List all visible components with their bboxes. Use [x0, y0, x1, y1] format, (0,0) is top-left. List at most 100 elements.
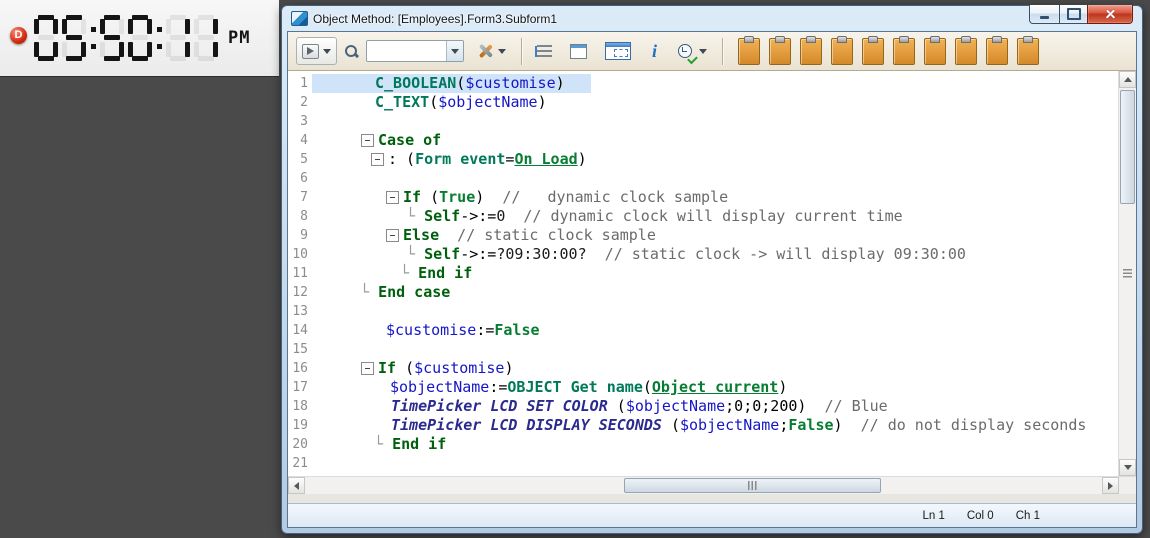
code-text[interactable]: └ End if — [312, 435, 446, 454]
code-line[interactable]: 12└ End case — [288, 283, 1118, 302]
code-text[interactable]: TimePicker LCD SET COLOR ($objectName;0;… — [312, 397, 888, 416]
code-text[interactable]: └ Self->:=0 // dynamic clock will displa… — [312, 207, 903, 226]
code-line[interactable]: 19TimePicker LCD DISPLAY SECONDS ($objec… — [288, 416, 1118, 435]
scroll-down-button[interactable] — [1119, 459, 1136, 476]
code-line[interactable]: 10└ Self->:=?09:30:00? // static clock -… — [288, 245, 1118, 264]
code-line[interactable]: 6 — [288, 169, 1118, 188]
code-text[interactable] — [312, 454, 324, 473]
code-text[interactable]: : (Form event=On Load) — [312, 150, 587, 169]
info-button[interactable]: i — [643, 37, 666, 65]
scroll-up-button[interactable] — [1119, 71, 1136, 88]
code-line[interactable]: 14$customise:=False — [288, 321, 1118, 340]
code-line[interactable]: 5: (Form event=On Load) — [288, 150, 1118, 169]
code-line[interactable]: 17$objectName:=OBJECT Get name(Object cu… — [288, 378, 1118, 397]
code-line[interactable]: 15 — [288, 340, 1118, 359]
scheduled-run-button[interactable] — [672, 37, 713, 65]
code-text[interactable]: $objectName:=OBJECT Get name(Object curr… — [312, 378, 787, 397]
maximize-button[interactable] — [1059, 5, 1088, 24]
code-line[interactable]: 20└ End if — [288, 435, 1118, 454]
horizontal-scrollbar[interactable] — [288, 477, 1119, 494]
code-text[interactable]: └ End if — [312, 264, 472, 283]
code-text[interactable]: Case of — [312, 131, 441, 150]
code-line[interactable]: 7If (True) // dynamic clock sample — [288, 188, 1118, 207]
chevron-down-icon — [699, 49, 707, 54]
clipboard-icon[interactable] — [1017, 38, 1039, 65]
horizontal-scroll-thumb[interactable] — [624, 478, 881, 493]
fold-toggle[interactable] — [386, 229, 399, 242]
chevron-down-icon — [323, 49, 331, 54]
run-method-button[interactable] — [296, 37, 337, 65]
close-button[interactable] — [1087, 5, 1133, 24]
status-column: Col 0 — [967, 510, 994, 522]
clipboard-icon[interactable] — [955, 38, 977, 65]
code-text[interactable] — [312, 112, 375, 131]
lcd-digit — [100, 15, 124, 61]
code-line[interactable]: 9Else // static clock sample — [288, 226, 1118, 245]
vertical-scroll-thumb[interactable] — [1120, 90, 1135, 204]
combo-dropdown-button[interactable] — [446, 41, 463, 61]
spacer — [288, 494, 1136, 503]
scroll-left-button[interactable] — [288, 477, 305, 494]
tools-button[interactable] — [470, 37, 512, 65]
code-line[interactable]: 21 — [288, 454, 1118, 473]
code-line[interactable]: 11└ End if — [288, 264, 1118, 283]
splitter-grip[interactable] — [1123, 269, 1132, 278]
code-text[interactable]: C_TEXT($objectName) — [312, 93, 547, 112]
clipboard-icon[interactable] — [893, 38, 915, 65]
method-list-button[interactable] — [531, 37, 558, 65]
code-line[interactable]: 8└ Self->:=0 // dynamic clock will displ… — [288, 207, 1118, 226]
code-text[interactable]: └ Self->:=?09:30:00? // static clock -> … — [312, 245, 966, 264]
code-text[interactable]: Else // static clock sample — [312, 226, 656, 245]
clipboard-icon[interactable] — [769, 38, 791, 65]
code-text[interactable] — [312, 340, 324, 359]
code-text[interactable]: If ($customise) — [312, 359, 513, 378]
clipboard-icon[interactable] — [738, 38, 760, 65]
code-line[interactable]: 3 — [288, 112, 1118, 131]
vertical-scrollbar[interactable] — [1118, 71, 1136, 476]
search-combobox[interactable] — [366, 40, 464, 62]
separator — [521, 38, 522, 65]
code-text[interactable]: TimePicker LCD DISPLAY SECONDS ($objectN… — [312, 416, 1086, 435]
clipboard-icon[interactable] — [862, 38, 884, 65]
code-line[interactable]: 2C_TEXT($objectName) — [288, 93, 1118, 112]
code-token: ( — [671, 416, 680, 435]
fold-toggle[interactable] — [361, 134, 374, 147]
fold-toggle[interactable] — [361, 362, 374, 375]
lcd-digit — [34, 15, 58, 61]
code-text[interactable]: └ End case — [312, 283, 450, 302]
field-list-button[interactable] — [564, 37, 593, 65]
titlebar[interactable]: Object Method: [Employees].Form3.Subform… — [282, 6, 1142, 31]
code-line[interactable]: 4Case of — [288, 131, 1118, 150]
clipboard-icon[interactable] — [986, 38, 1008, 65]
code-text[interactable] — [312, 302, 324, 321]
clipboard-icon[interactable] — [800, 38, 822, 65]
horizontal-scroll-track[interactable] — [305, 477, 1102, 494]
arrow-down-icon — [1124, 465, 1132, 470]
code-line[interactable]: 16If ($customise) — [288, 359, 1118, 378]
scrollbar-corner — [1119, 477, 1136, 494]
code-line[interactable]: 13 — [288, 302, 1118, 321]
macros-button[interactable] — [599, 37, 637, 65]
code-token: └ — [400, 264, 418, 283]
code-text[interactable]: $customise:=False — [312, 321, 540, 340]
code-text[interactable] — [312, 169, 375, 188]
search-input[interactable] — [367, 41, 446, 61]
lcd-clock-widget: D PM — [0, 0, 279, 77]
fold-toggle[interactable] — [386, 191, 399, 204]
arrow-left-icon — [294, 482, 299, 490]
demo-badge: D — [10, 27, 27, 44]
line-number: 13 — [288, 302, 312, 321]
scroll-right-button[interactable] — [1102, 477, 1119, 494]
line-number: 8 — [288, 207, 312, 226]
minimize-button[interactable] — [1029, 5, 1060, 24]
code-line[interactable]: 18TimePicker LCD SET COLOR ($objectName;… — [288, 397, 1118, 416]
code-line[interactable]: 1C_BOOLEAN($customise) — [288, 74, 1118, 93]
code-text[interactable]: If (True) // dynamic clock sample — [312, 188, 728, 207]
toolbar: i — [288, 32, 1136, 71]
line-number: 3 — [288, 112, 312, 131]
fold-toggle[interactable] — [371, 153, 384, 166]
clipboard-icon[interactable] — [924, 38, 946, 65]
clipboard-icon[interactable] — [831, 38, 853, 65]
code-text[interactable]: C_BOOLEAN($customise) — [312, 74, 591, 93]
line-number: 15 — [288, 340, 312, 359]
